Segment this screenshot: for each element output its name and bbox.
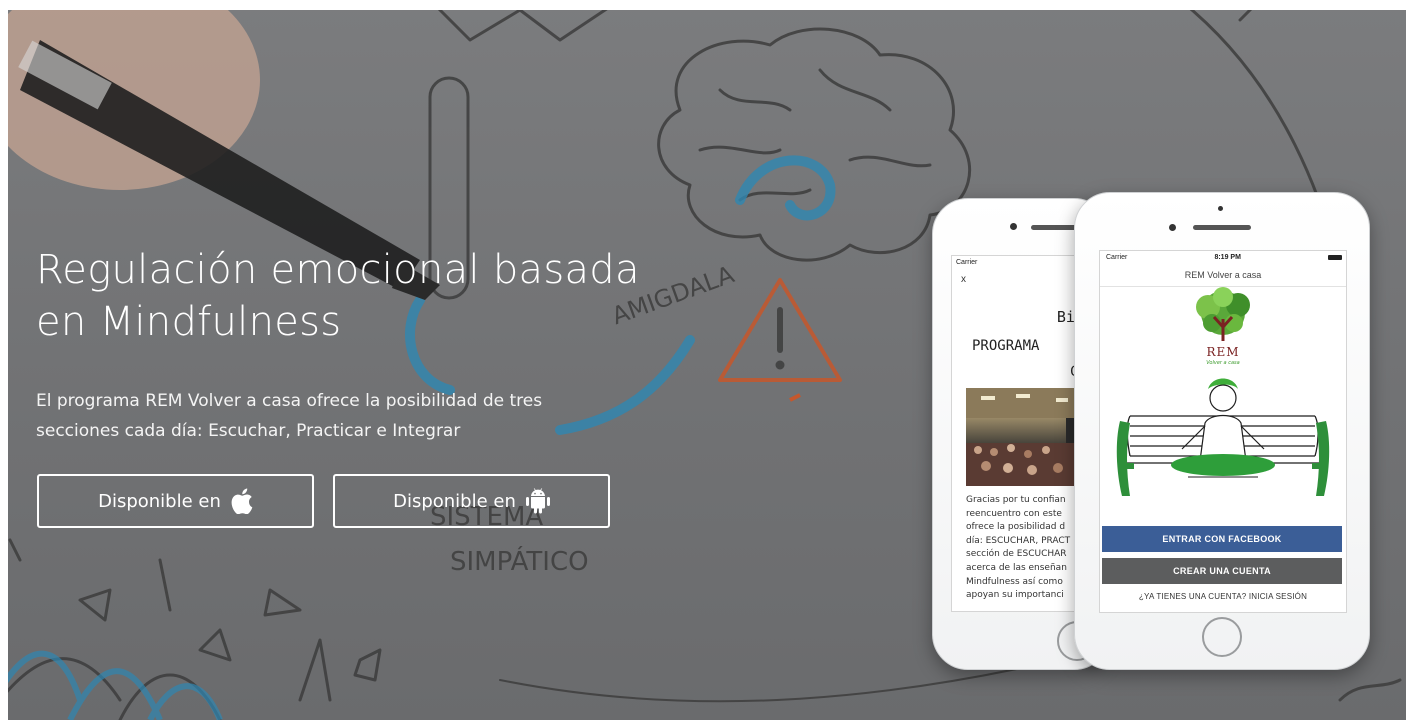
hero-headline: Regulación emocional basada en Mindfulne… [36, 244, 796, 348]
headline-line-1: Regulación emocional basada [36, 247, 640, 293]
hero-section: AMIGDALA SISTEMA SIMPÁTICO Regulación em… [0, 0, 1406, 720]
speaker-grille [1193, 225, 1251, 230]
proximity-sensor [1218, 206, 1223, 211]
login-link[interactable]: ¿YA TIENES UNA CUENTA? INICIA SESIÓN [1100, 592, 1346, 601]
rem-logo-text: REM [1206, 345, 1240, 359]
app-store-button-label: Disponible en [98, 490, 221, 512]
subtitle-line-1: El programa REM Volver a casa ofrece la … [36, 391, 543, 411]
program-heading: PROGRAMA [972, 338, 1040, 354]
close-button[interactable]: x [961, 274, 966, 285]
front-camera [1169, 224, 1176, 231]
subtitle-line-2: secciones cada día: Escuchar, Practicar … [36, 421, 461, 441]
phone-mockup-front: Carrier 8:19 PM REM Volver a casa REM Vo… [1074, 192, 1370, 670]
hero-subtitle: El programa REM Volver a casa ofrece la … [36, 386, 716, 446]
top-border [0, 0, 1406, 10]
facebook-login-button[interactable]: ENTRAR CON FACEBOOK [1102, 526, 1342, 552]
headline-line-2: en Mindfulness [36, 299, 342, 345]
left-border [0, 0, 8, 720]
status-bar-carrier: Carrier [956, 259, 978, 266]
create-account-button[interactable]: CREAR UNA CUENTA [1102, 558, 1342, 584]
rem-logo-subtitle: Volver a casa [1206, 360, 1240, 366]
google-play-button-label: Disponible en [393, 490, 516, 512]
svg-text:SIMPÁTICO: SIMPÁTICO [450, 545, 589, 577]
phone-front-screen: Carrier 8:19 PM REM Volver a casa REM Vo… [1099, 250, 1347, 613]
home-button [1202, 617, 1242, 657]
app-store-button[interactable]: Disponible en [37, 474, 314, 528]
google-play-button[interactable]: Disponible en [333, 474, 610, 528]
front-camera [1010, 223, 1017, 230]
apple-icon [231, 488, 253, 514]
android-icon [525, 488, 550, 514]
